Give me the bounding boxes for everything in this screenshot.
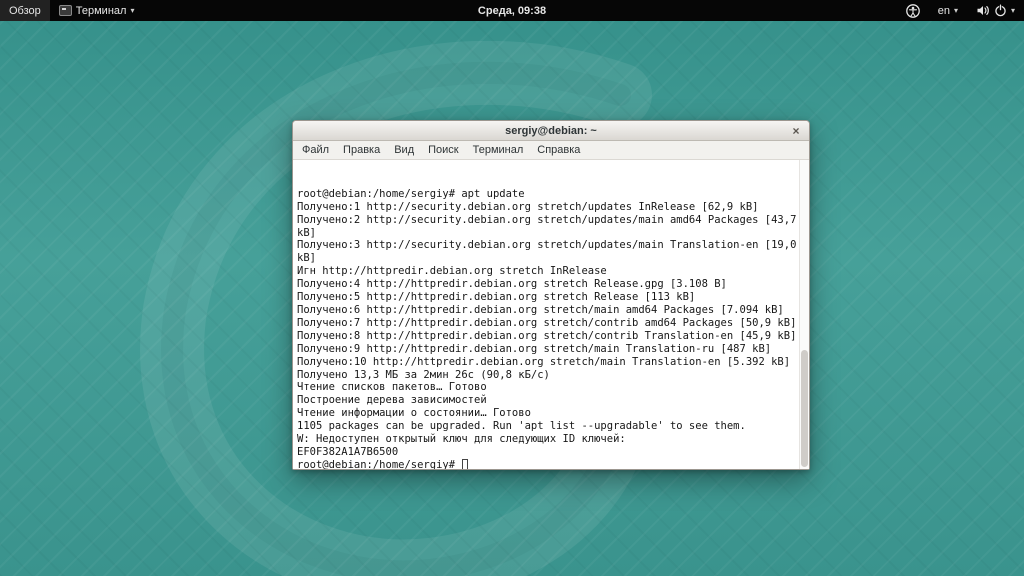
- terminal-line: Получено:3 http://security.debian.org st…: [297, 239, 797, 252]
- terminal-prompt-line: root@debian:/home/sergiy#: [297, 459, 797, 469]
- terminal-output: root@debian:/home/sergiy# apt updateПолу…: [293, 160, 799, 469]
- terminal-line: Получено:1 http://security.debian.org st…: [297, 201, 797, 214]
- terminal-line: Получено:8 http://httpredir.debian.org s…: [297, 330, 797, 343]
- terminal-line: Получено:2 http://security.debian.org st…: [297, 214, 797, 227]
- terminal-line: Чтение списков пакетов… Готово: [297, 381, 797, 394]
- clock-button[interactable]: Среда, 09:38: [470, 0, 554, 21]
- accessibility-icon: [906, 4, 920, 18]
- terminal-line: kB]: [297, 227, 797, 240]
- terminal-prompt-text: root@debian:/home/sergiy#: [297, 459, 461, 469]
- terminal-line: W: Недоступен открытый ключ для следующи…: [297, 433, 797, 446]
- volume-icon: [976, 4, 990, 17]
- keyboard-layout-label: en: [938, 5, 950, 17]
- scrollbar-thumb[interactable]: [801, 350, 808, 467]
- menubar-item[interactable]: Терминал: [466, 142, 531, 158]
- terminal-line: Получено:6 http://httpredir.debian.org s…: [297, 304, 797, 317]
- terminal-line: Чтение информации о состоянии… Готово: [297, 407, 797, 420]
- menubar-item[interactable]: Файл: [295, 142, 336, 158]
- close-button[interactable]: ×: [789, 124, 803, 138]
- system-status-menu-button[interactable]: ▾: [967, 0, 1024, 21]
- menubar-item[interactable]: Поиск: [421, 142, 465, 158]
- terminal-menubar: ФайлПравкаВидПоискТерминалСправка: [293, 141, 809, 160]
- power-icon: [994, 4, 1007, 17]
- terminal-line: Построение дерева зависимостей: [297, 394, 797, 407]
- menubar-item[interactable]: Вид: [387, 142, 421, 158]
- terminal-line: Получено:7 http://httpredir.debian.org s…: [297, 317, 797, 330]
- terminal-line: 1105 packages can be upgraded. Run 'apt …: [297, 420, 797, 433]
- window-titlebar[interactable]: sergiy@debian: ~ ×: [293, 121, 809, 141]
- gnome-top-bar: Обзор Терминал ▾ Среда, 09:38 en ▾: [0, 0, 1024, 21]
- accessibility-menu-button[interactable]: [897, 0, 929, 21]
- terminal-cursor: [462, 459, 468, 469]
- activities-label: Обзор: [9, 5, 41, 17]
- window-title: sergiy@debian: ~: [505, 125, 597, 137]
- terminal-line: kB]: [297, 252, 797, 265]
- terminal-window: sergiy@debian: ~ × ФайлПравкаВидПоискТер…: [292, 120, 810, 470]
- terminal-app-icon: [59, 5, 72, 16]
- keyboard-layout-button[interactable]: en ▾: [929, 0, 967, 21]
- chevron-down-icon: ▾: [954, 6, 958, 15]
- terminal-line: Получено:10 http://httpredir.debian.org …: [297, 356, 797, 369]
- app-menu-label: Терминал: [76, 5, 127, 17]
- terminal-line: EF0F382A1A7B6500: [297, 446, 797, 459]
- menubar-item[interactable]: Правка: [336, 142, 387, 158]
- terminal-line: Получено:9 http://httpredir.debian.org s…: [297, 343, 797, 356]
- terminal-scrollbar[interactable]: [799, 160, 809, 469]
- chevron-down-icon: ▾: [130, 6, 134, 15]
- clock-label: Среда, 09:38: [478, 5, 546, 17]
- terminal-line: root@debian:/home/sergiy# apt update: [297, 188, 797, 201]
- activities-button[interactable]: Обзор: [0, 0, 50, 21]
- terminal-line: Игн http://httpredir.debian.org stretch …: [297, 265, 797, 278]
- terminal-body[interactable]: root@debian:/home/sergiy# apt updateПолу…: [293, 160, 809, 469]
- app-menu-button[interactable]: Терминал ▾: [50, 0, 144, 21]
- chevron-down-icon: ▾: [1011, 6, 1015, 15]
- terminal-line: Получено:4 http://httpredir.debian.org s…: [297, 278, 797, 291]
- menubar-item[interactable]: Справка: [530, 142, 587, 158]
- terminal-line: Получено:5 http://httpredir.debian.org s…: [297, 291, 797, 304]
- terminal-line: Получено 13,3 МБ за 2мин 26с (90,8 кБ/с): [297, 369, 797, 382]
